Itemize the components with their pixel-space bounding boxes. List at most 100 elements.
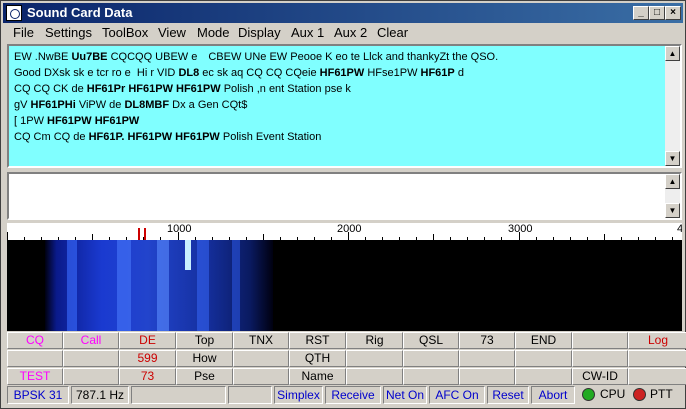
macro-empty-button[interactable] xyxy=(459,350,515,367)
macro-empty-button[interactable] xyxy=(346,350,403,367)
callsign-text: HF61P xyxy=(420,67,455,79)
macro-empty-button[interactable] xyxy=(63,350,119,367)
callsign-text: HF61PW xyxy=(319,67,365,79)
menu-display[interactable]: Display xyxy=(238,25,281,40)
menu-settings[interactable]: Settings xyxy=(45,25,92,40)
close-button[interactable]: × xyxy=(665,6,681,20)
macro-599-button[interactable]: 599 xyxy=(119,350,176,367)
waterfall-display[interactable] xyxy=(7,240,682,331)
minimize-button[interactable]: _ xyxy=(633,6,649,20)
receive-line: gV HF61PHi ViPW de DL8MBF Dx a Gen CQt$ xyxy=(14,97,664,113)
macro-empty-button[interactable] xyxy=(628,350,686,367)
simplex-button[interactable]: Simplex xyxy=(274,386,323,404)
received-text: CQ CQ CK de xyxy=(14,83,87,95)
mode-indicator[interactable]: BPSK 31 xyxy=(7,386,69,404)
receive-text-area[interactable]: EW .NwBE Uu7BE CQCQQ UBEW e CBEW UNe EW … xyxy=(7,44,682,168)
receive-line: [ 1PW HF61PW HF61PW xyxy=(14,113,664,129)
status-blank-2 xyxy=(228,386,272,404)
macro-cw-id-button[interactable]: CW-ID xyxy=(572,368,628,385)
macro-test-button[interactable]: TEST xyxy=(7,368,63,385)
title-bar[interactable]: Sound Card Data _ □ × xyxy=(3,3,683,23)
ruler-label-2000: 2000 xyxy=(337,223,362,235)
scroll-up-icon[interactable]: ▲ xyxy=(665,174,680,189)
scroll-down-icon[interactable]: ▼ xyxy=(665,203,680,218)
menu-clear[interactable]: Clear xyxy=(377,25,408,40)
macro-empty-button[interactable] xyxy=(63,368,119,385)
frequency-ruler[interactable]: 1000 2000 3000 4 xyxy=(7,223,682,240)
menu-aux2[interactable]: Aux 2 xyxy=(334,25,367,40)
macro-pse-button[interactable]: Pse xyxy=(176,368,233,385)
menu-aux1[interactable]: Aux 1 xyxy=(291,25,324,40)
macro-empty-button[interactable] xyxy=(515,350,572,367)
tuning-marker-right xyxy=(144,228,146,240)
scroll-up-icon[interactable]: ▲ xyxy=(665,46,680,61)
callsign-text: HF61PHi xyxy=(30,99,76,111)
waterfall-graphic xyxy=(45,240,273,331)
received-text: Polish Event Station xyxy=(219,131,322,143)
menu-toolbox[interactable]: ToolBox xyxy=(102,25,148,40)
scroll-down-icon[interactable]: ▼ xyxy=(665,151,680,166)
received-text: HFse1PW xyxy=(364,67,421,79)
macro-empty-button[interactable] xyxy=(233,350,289,367)
received-text: CQ Cm CQ de xyxy=(14,131,89,143)
macro-rst-button[interactable]: RST xyxy=(289,332,346,349)
receive-button[interactable]: Receive xyxy=(325,386,381,404)
reset-button[interactable]: Reset xyxy=(487,386,529,404)
macro-73-button[interactable]: 73 xyxy=(459,332,515,349)
ruler-tick xyxy=(348,232,349,240)
macro-how-button[interactable]: How xyxy=(176,350,233,367)
macro-73-button[interactable]: 73 xyxy=(119,368,176,385)
received-text: Dx a Gen CQt$ xyxy=(169,99,248,111)
ruler-tick xyxy=(7,232,8,240)
receive-line: CQ Cm CQ de HF61P. HF61PW HF61PW Polish … xyxy=(14,129,664,145)
macro-empty-button[interactable] xyxy=(572,350,628,367)
transmit-scrollbar[interactable]: ▲ ▼ xyxy=(665,174,680,218)
maximize-button[interactable]: □ xyxy=(649,6,665,20)
received-text: CQCQQ UBEW e CBEW UNe EW Peooe K eo te L… xyxy=(107,51,499,63)
macro-empty-button[interactable] xyxy=(233,368,289,385)
receive-scrollbar[interactable]: ▲ ▼ xyxy=(665,46,680,166)
received-text: EW .NwBE xyxy=(14,51,72,63)
app-icon[interactable] xyxy=(6,5,22,21)
macro-log-button[interactable]: Log xyxy=(628,332,686,349)
net-on-button[interactable]: Net On xyxy=(383,386,427,404)
menu-file[interactable]: File xyxy=(13,25,34,40)
macro-de-button[interactable]: DE xyxy=(119,332,176,349)
menu-view[interactable]: View xyxy=(158,25,186,40)
macro-empty-button[interactable] xyxy=(572,332,628,349)
macro-empty-button[interactable] xyxy=(403,350,459,367)
ruler-label-3000: 3000 xyxy=(508,223,533,235)
received-text: Polish ,n ent Station pse k xyxy=(220,83,351,95)
callsign-text: HF61P. HF61PW HF61PW xyxy=(88,131,220,143)
macro-qth-button[interactable]: QTH xyxy=(289,350,346,367)
macro-name-button[interactable]: Name xyxy=(289,368,346,385)
afc-on-button[interactable]: AFC On xyxy=(429,386,485,404)
tuning-marker-left xyxy=(138,228,140,240)
macro-cq-button[interactable]: CQ xyxy=(7,332,63,349)
receive-line: Good DXsk sk e tcr ro e Hi r VID DL8 ec … xyxy=(14,65,664,81)
macro-empty-button[interactable] xyxy=(7,350,63,367)
macro-empty-button[interactable] xyxy=(628,368,686,385)
macro-rig-button[interactable]: Rig xyxy=(346,332,403,349)
received-text: Good DXsk sk e tcr ro e Hi r VID xyxy=(14,67,179,79)
transmit-text-area[interactable]: ▲ ▼ xyxy=(7,172,682,220)
macro-empty-button[interactable] xyxy=(346,368,403,385)
macro-tnx-button[interactable]: TNX xyxy=(233,332,289,349)
cpu-led-icon xyxy=(582,388,595,401)
macro-empty-button[interactable] xyxy=(515,368,572,385)
abort-button[interactable]: Abort xyxy=(531,386,575,404)
received-text: d xyxy=(454,67,464,79)
callsign-text: DL8MBF xyxy=(124,99,170,111)
macro-call-button[interactable]: Call xyxy=(63,332,119,349)
macro-button-grid: CQ Call DE Top TNX RST Rig QSL 73 END Log 599 How QTH… xyxy=(7,332,686,385)
macro-empty-button[interactable] xyxy=(403,368,459,385)
menu-mode[interactable]: Mode xyxy=(197,25,230,40)
macro-qsl-button[interactable]: QSL xyxy=(403,332,459,349)
macro-empty-button[interactable] xyxy=(459,368,515,385)
menu-bar: File Settings ToolBox View Mode Display … xyxy=(3,24,683,42)
received-text: ec sk aq CQ CQ CQeie xyxy=(199,67,320,79)
macro-top-button[interactable]: Top xyxy=(176,332,233,349)
macro-end-button[interactable]: END xyxy=(515,332,572,349)
main-window: Sound Card Data _ □ × File Settings Tool… xyxy=(0,0,686,409)
callsign-text: Uu7BE xyxy=(71,51,108,63)
